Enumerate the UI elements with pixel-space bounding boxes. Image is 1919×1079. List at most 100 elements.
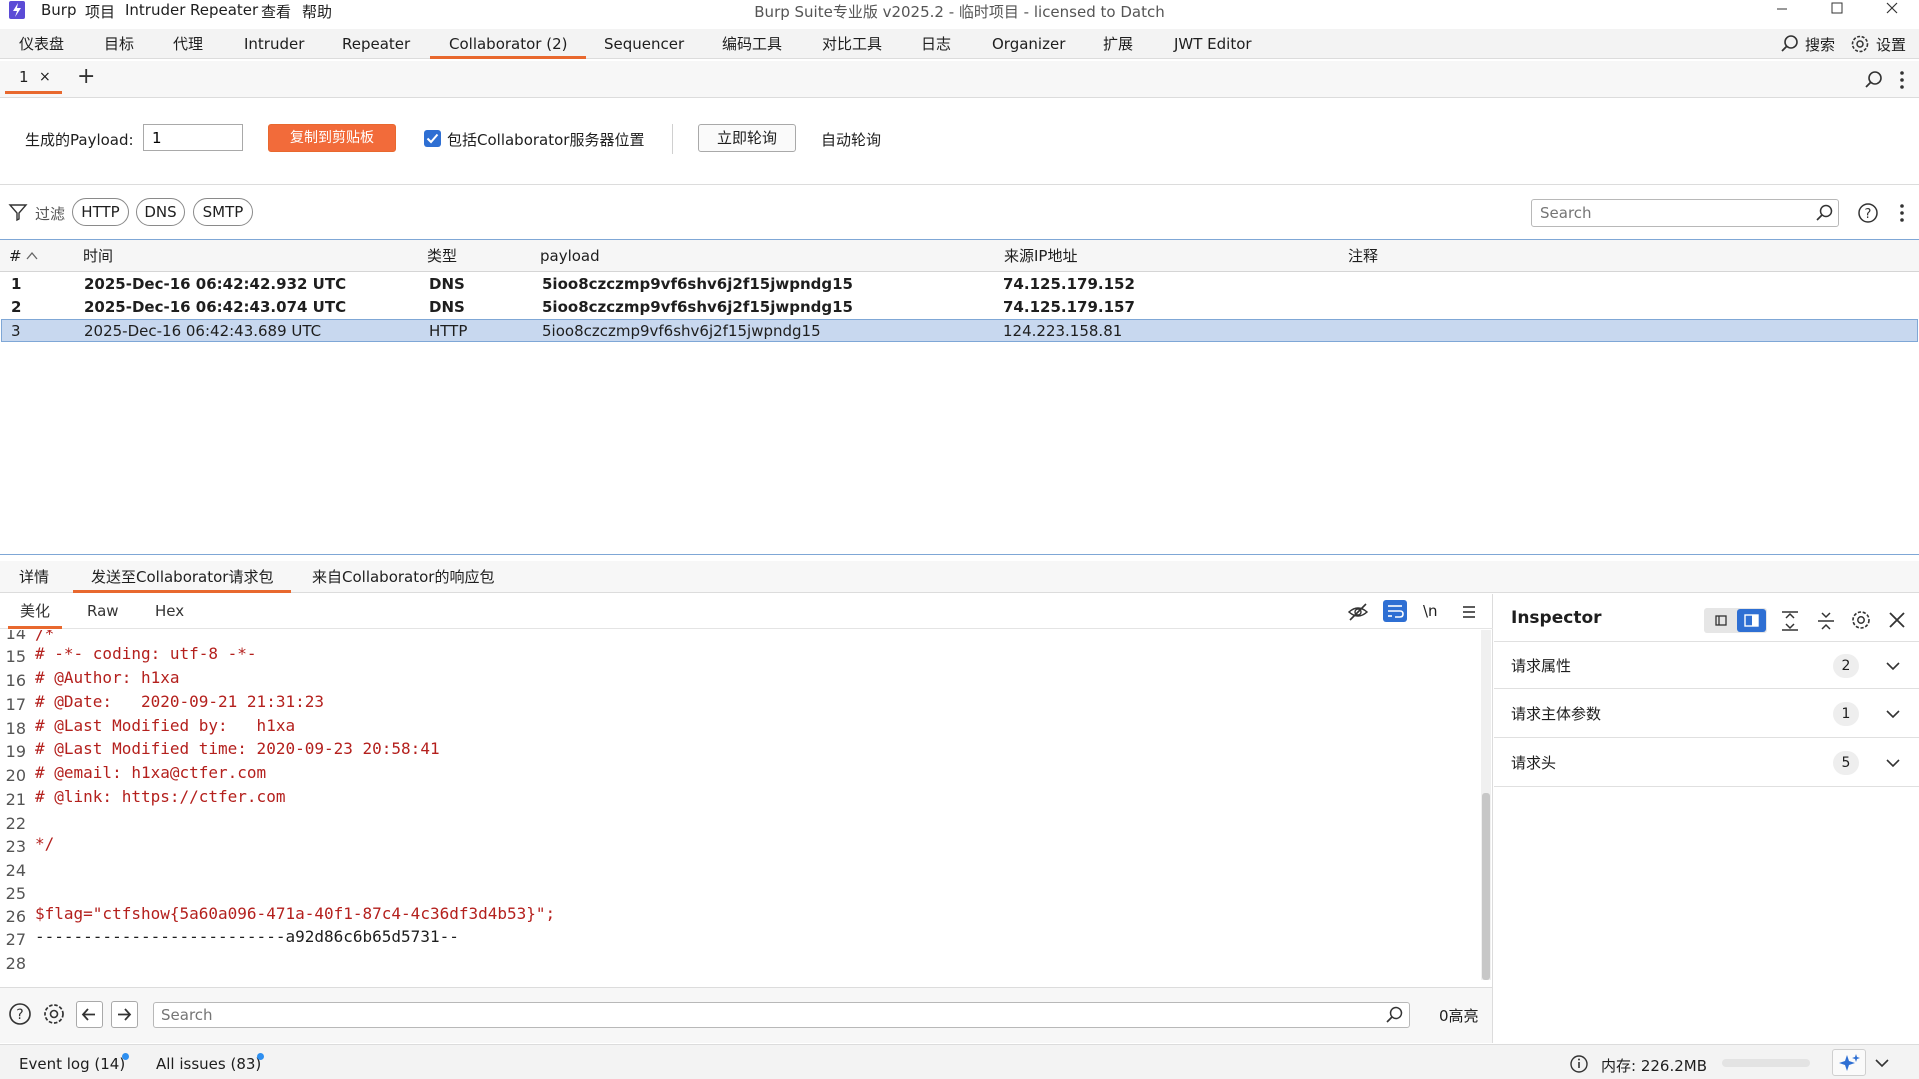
filter-chip-dns[interactable]: DNS	[136, 198, 185, 226]
tab-dashboard[interactable]: 仪表盘	[19, 29, 64, 59]
col-header-label: #	[9, 247, 22, 265]
chevron-down-icon	[1886, 759, 1900, 768]
tab-collaborator[interactable]: Collaborator (2)	[430, 29, 587, 59]
tab-logger[interactable]: 日志	[921, 29, 951, 59]
gear-icon[interactable]	[1849, 608, 1873, 632]
filter-icon[interactable]	[8, 202, 28, 222]
maximize-icon[interactable]	[1814, 0, 1860, 22]
tab-details[interactable]: 详情	[19, 561, 49, 593]
next-match-button[interactable]	[111, 1001, 138, 1028]
editor-search-input[interactable]	[161, 1005, 1361, 1025]
tab-organizer[interactable]: Organizer	[992, 29, 1065, 59]
search-icon[interactable]	[1863, 69, 1885, 91]
inspector-section-request-headers[interactable]: 请求头 5	[1494, 739, 1919, 787]
close-icon[interactable]	[1886, 609, 1908, 631]
tab-sequencer[interactable]: Sequencer	[604, 29, 684, 59]
help-icon[interactable]: ?	[1857, 202, 1879, 224]
cell-source-ip: 74.125.179.152	[1003, 275, 1135, 293]
sub-tab-label: 1	[19, 68, 29, 86]
col-header-type[interactable]: 类型	[418, 240, 536, 272]
table-row-selected[interactable]: 3 2025-Dec-16 06:42:43.689 UTC HTTP 5ioo…	[1, 319, 1918, 342]
copy-to-clipboard-button[interactable]: 复制到剪贴板	[268, 124, 396, 152]
editor-search-box[interactable]	[153, 1002, 1410, 1028]
interactions-table: # 时间 类型 payload 来源IP地址 注释 1 2025-Dec-16 …	[0, 239, 1919, 555]
table-search-input[interactable]	[1540, 202, 1800, 224]
tab-comparer[interactable]: 对比工具	[822, 29, 882, 59]
layout-list-icon[interactable]	[1706, 608, 1736, 633]
code-line: # @Author: h1xa	[35, 668, 180, 687]
table-row[interactable]: 2 2025-Dec-16 06:42:43.074 UTC DNS 5ioo8…	[1, 296, 1918, 319]
layout-toggle[interactable]	[1704, 608, 1767, 633]
expand-all-icon[interactable]	[1779, 610, 1801, 632]
help-icon[interactable]: ?	[8, 1002, 32, 1026]
cell-time: 2025-Dec-16 06:42:43.689 UTC	[84, 322, 322, 340]
tab-jwt-editor[interactable]: JWT Editor	[1174, 29, 1252, 59]
tab-extensions[interactable]: 扩展	[1103, 29, 1133, 59]
code-line: # @email: h1xa@ctfer.com	[35, 763, 267, 782]
chevron-down-icon[interactable]	[1873, 1054, 1891, 1072]
close-window-icon[interactable]	[1869, 0, 1915, 22]
code-line: # @Last Modified by: h1xa	[35, 716, 296, 735]
inspector-section-request-attributes[interactable]: 请求属性 2	[1494, 641, 1919, 689]
previous-match-button[interactable]	[76, 1001, 103, 1028]
word-wrap-toggle[interactable]	[1383, 600, 1407, 622]
request-editor[interactable]: 美化 Raw Hex \n 14 /* 15 # -*- coding: utf…	[0, 594, 1493, 987]
checkmark-icon	[426, 133, 439, 144]
highlight-count: 0高亮	[1439, 1007, 1479, 1025]
include-server-label: 包括Collaborator服务器位置	[447, 131, 645, 149]
filter-chip-http[interactable]: HTTP	[72, 198, 129, 226]
col-header-time[interactable]: 时间	[74, 240, 423, 272]
gear-icon[interactable]	[41, 1001, 67, 1027]
poll-now-button[interactable]: 立即轮询	[698, 124, 796, 152]
tab-pretty[interactable]: 美化	[8, 594, 63, 629]
newline-toggle[interactable]: \n	[1423, 602, 1438, 620]
tab-target[interactable]: 目标	[104, 29, 134, 59]
auto-poll-label[interactable]: 自动轮询	[821, 129, 881, 150]
collapse-all-icon[interactable]	[1815, 610, 1837, 632]
add-tab-button[interactable]: +	[77, 64, 95, 89]
tab-hex[interactable]: Hex	[155, 594, 184, 629]
collaborator-controls: 生成的Payload: 复制到剪贴板 包括Collaborator服务器位置 立…	[0, 99, 1919, 185]
arrow-left-icon	[81, 1008, 95, 1021]
sparkle-icon	[1839, 1054, 1860, 1071]
col-header-payload[interactable]: payload	[531, 240, 1000, 272]
more-options-icon[interactable]	[1898, 69, 1906, 91]
menu-icon[interactable]	[1459, 602, 1479, 622]
tab-response-from-collaborator[interactable]: 来自Collaborator的响应包	[312, 561, 494, 593]
hide-nonprintable-icon[interactable]	[1347, 601, 1369, 623]
scrollbar-thumb[interactable]	[1482, 793, 1490, 980]
inspector-section-body-params[interactable]: 请求主体参数 1	[1494, 690, 1919, 738]
event-log-button[interactable]: Event log (14)	[19, 1055, 125, 1073]
col-header-source-ip[interactable]: 来源IP地址	[995, 240, 1344, 272]
line-number: 21	[5, 790, 26, 809]
chevron-down-icon	[1886, 710, 1900, 719]
code-view[interactable]: 14 /* 15 # -*- coding: utf-8 -*- 16 # @A…	[0, 630, 1480, 980]
table-search-box[interactable]	[1531, 199, 1839, 227]
line-number: 27	[5, 930, 26, 949]
table-row[interactable]: 1 2025-Dec-16 06:42:42.932 UTC DNS 5ioo8…	[1, 273, 1918, 296]
close-tab-icon[interactable]: ×	[39, 69, 51, 85]
filter-chip-smtp[interactable]: SMTP	[193, 198, 253, 226]
col-header-number[interactable]: #	[0, 240, 79, 272]
cell-source-ip: 124.223.158.81	[1003, 322, 1123, 340]
tab-proxy[interactable]: 代理	[173, 29, 203, 59]
more-options-icon[interactable]	[1898, 202, 1906, 224]
col-header-comment[interactable]: 注释	[1339, 240, 1919, 272]
tab-request-to-collaborator[interactable]: 发送至Collaborator请求包	[73, 561, 292, 593]
detail-tab-bar: 详情 发送至Collaborator请求包 来自Collaborator的响应包	[0, 561, 1919, 593]
layout-split-button[interactable]	[1737, 609, 1766, 632]
tab-decoder[interactable]: 编码工具	[722, 29, 782, 59]
include-server-checkbox[interactable]	[424, 130, 441, 147]
info-icon[interactable]	[1569, 1054, 1589, 1074]
tab-repeater[interactable]: Repeater	[342, 29, 410, 59]
tab-intruder[interactable]: Intruder	[244, 29, 304, 59]
all-issues-button[interactable]: All issues (83)	[156, 1055, 261, 1073]
cell-payload: 5ioo8czczmp9vf6shv6j2f15jwpndg15	[542, 298, 853, 316]
payload-count-input[interactable]	[143, 124, 243, 151]
ai-assistant-button[interactable]	[1832, 1049, 1866, 1076]
tab-raw[interactable]: Raw	[87, 594, 119, 629]
sub-tab-1[interactable]: 1 ×	[5, 64, 62, 94]
minimize-icon[interactable]	[1759, 0, 1805, 22]
filter-label: 过滤	[35, 205, 66, 223]
vertical-scrollbar[interactable]	[1481, 630, 1491, 980]
